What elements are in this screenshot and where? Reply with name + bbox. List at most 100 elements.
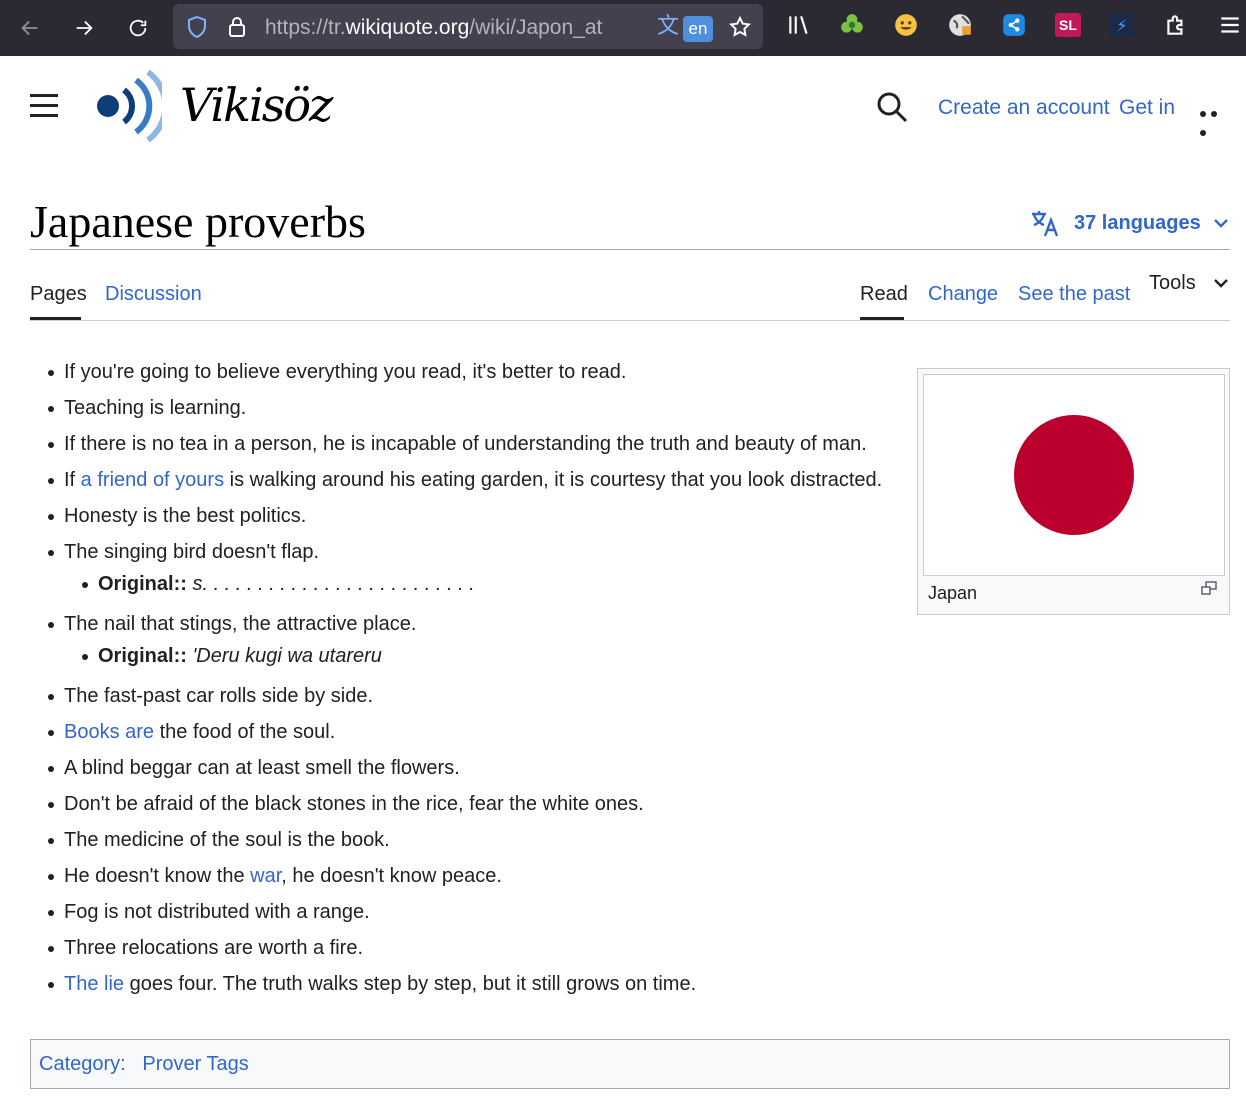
quote-link[interactable]: a friend of yours [81,469,224,491]
extension-bolt-icon[interactable]: ⚡ [1108,11,1136,39]
quote-item: If you're going to believe everything yo… [30,358,890,386]
page-title: Japanese proverbs [30,196,366,247]
extension-share-icon[interactable] [1000,11,1028,39]
login-link[interactable]: Get in [1119,94,1175,122]
url-prefix: https://tr. [265,16,346,39]
tab-change[interactable]: Change [928,280,998,310]
japan-flag-image[interactable] [923,374,1225,576]
quote-item: If a friend of yours is walking around h… [30,466,890,494]
chevron-down-icon[interactable] [1212,214,1230,232]
category-label-link[interactable]: Category: [39,1053,126,1075]
title-divider [30,249,1230,250]
languages-count: 37 languages [1074,211,1201,234]
quote-link[interactable]: The lie [64,973,124,995]
url-text[interactable]: https://tr.wikiquote.org/wiki/Japon_at [265,15,655,41]
quote-item: Books are the food of the soul. [30,718,890,746]
quote-text: Honesty is the best politics. [64,505,307,527]
quote-text: If there is no tea in a person, he is in… [64,433,867,455]
translate-icon [1032,211,1059,237]
original-item: Original:: s. . . . . . . . . . . . . . … [64,570,890,598]
original-list: Original:: 'Deru kugi wa utareru [64,642,890,670]
quote-text: A blind beggar can at least smell the fl… [64,757,460,779]
flag-sun-disc [1014,415,1134,535]
search-icon[interactable] [876,91,908,123]
library-icon[interactable] [785,11,813,39]
quote-item: The fast-past car rolls side by side. [30,682,890,710]
extensions-puzzle-icon[interactable] [1162,11,1190,39]
site-header: Vikisöz Create an account Get in [0,56,1246,166]
app-menu-icon[interactable] [1216,11,1244,39]
tab-read[interactable]: Read [860,280,908,310]
infobox: Japan [917,368,1230,615]
languages-button[interactable]: 37 languages [1030,206,1201,240]
wikiquote-logo-icon[interactable] [96,68,162,144]
quote-item: The singing bird doesn't flap.Original::… [30,538,890,598]
quote-text: Fog is not distributed with a range. [64,901,370,923]
forward-button[interactable] [66,10,102,46]
reload-icon [129,19,147,37]
arrow-left-icon [21,20,38,36]
quote-item: Don't be afraid of the black stones in t… [30,790,890,818]
original-label: Original:: [98,573,187,595]
quote-text: , he doesn't know peace. [281,865,502,887]
quote-text: is walking around his eating garden, it … [224,469,883,491]
quote-item: The lie goes four. The truth walks step … [30,970,890,998]
translate-icon[interactable]: 文 [657,14,683,40]
category-box: Category: Prover Tags [30,1039,1230,1089]
quote-text: He doesn't know the [64,865,251,887]
quote-text: The medicine of the soul is the book. [64,829,390,851]
tab-history[interactable]: See the past [1018,280,1130,310]
tabs-divider [30,320,1230,321]
tab-discussion[interactable]: Discussion [105,280,202,310]
lock-icon[interactable] [225,15,249,39]
shield-icon[interactable] [185,15,209,39]
tab-tools[interactable]: Tools [1149,269,1196,299]
url-path: /wiki/Japon_at [469,16,603,39]
more-options-icon[interactable] [1200,102,1230,136]
quote-item: Three relocations are worth a fire. [30,934,890,962]
extension-clover-icon[interactable] [838,11,866,39]
quote-item: Honesty is the best politics. [30,502,890,530]
translate-language-badge[interactable]: en [683,16,713,42]
reload-button[interactable] [120,10,156,46]
url-domain: wikiquote.org [345,16,470,39]
original-item: Original:: 'Deru kugi wa utareru [64,642,890,670]
quote-text: The fast-past car rolls side by side. [64,685,374,707]
quote-text: If [64,469,81,491]
quote-item: A blind beggar can at least smell the fl… [30,754,890,782]
quote-text: goes four. The truth walks step by step,… [124,973,697,995]
quote-text: Teaching is learning. [64,397,247,419]
site-wordmark[interactable]: Vikisöz [180,70,333,140]
browser-toolbar: https://tr.wikiquote.org/wiki/Japon_at 文… [0,0,1246,56]
original-text: s. . . . . . . . . . . . . . . . . . . .… [192,573,475,595]
quote-item: Fog is not distributed with a range. [30,898,890,926]
back-button[interactable] [12,10,48,46]
chevron-down-icon[interactable] [1212,274,1230,292]
extension-sl-label: SL [1055,13,1081,37]
create-account-link[interactable]: Create an account [938,94,1110,122]
quote-item: He doesn't know the war, he doesn't know… [30,862,890,890]
extension-sl-icon[interactable]: SL [1054,11,1082,39]
arrow-right-icon [76,20,93,36]
enlarge-icon[interactable] [1201,581,1217,595]
main-menu-icon[interactable] [30,94,60,118]
original-label: Original:: [98,645,187,667]
quote-link[interactable]: war [250,865,281,887]
quote-item: The medicine of the soul is the book. [30,826,890,854]
quote-link[interactable]: Books are [64,721,154,743]
quote-item: If there is no tea in a person, he is in… [30,430,890,458]
tab-pages[interactable]: Pages [30,280,87,310]
extension-smiley-icon[interactable] [892,11,920,39]
quote-text: The nail that stings, the attractive pla… [64,613,417,635]
quote-text: The singing bird doesn't flap. [64,541,320,563]
quote-text: the food of the soul. [154,721,336,743]
url-bar[interactable]: https://tr.wikiquote.org/wiki/Japon_at 文… [173,4,763,49]
quote-list: If you're going to believe everything yo… [30,358,890,998]
original-list: Original:: s. . . . . . . . . . . . . . … [64,570,890,598]
bookmark-star-icon[interactable] [728,15,752,39]
quote-item: Teaching is learning. [30,394,890,422]
quote-text: Three relocations are worth a fire. [64,937,364,959]
article-content: If you're going to believe everything yo… [30,358,890,1006]
extension-globe-icon[interactable] [946,11,974,39]
category-link[interactable]: Prover Tags [142,1053,248,1075]
